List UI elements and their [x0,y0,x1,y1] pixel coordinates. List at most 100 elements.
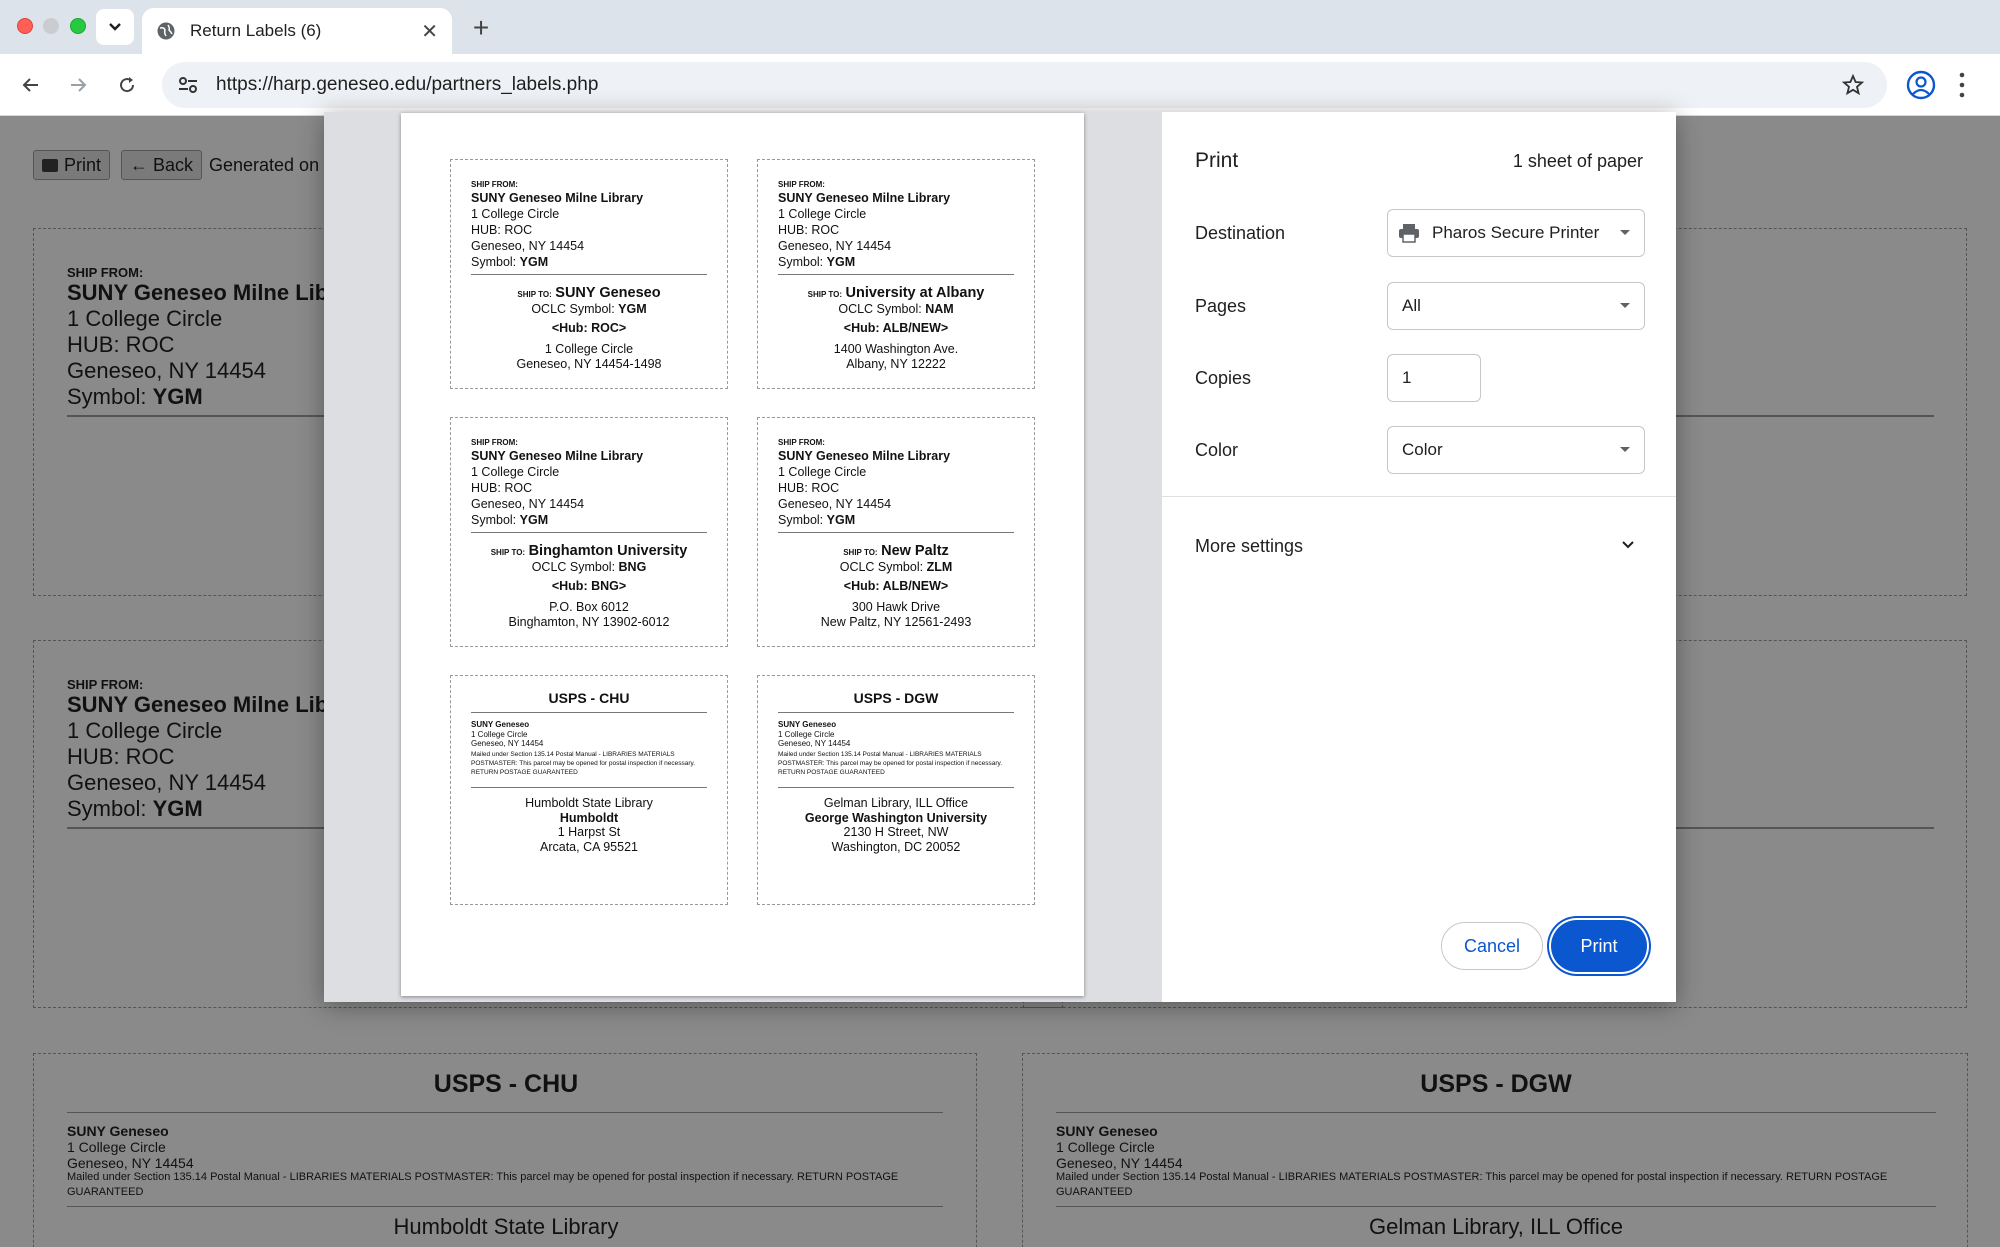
tab-search-button[interactable] [96,9,134,45]
back-arrow-icon[interactable] [14,68,48,102]
tab-strip: Return Labels (6) ✕ + [0,0,2000,54]
hub-value: <Hub: ALB/NEW> [843,579,949,593]
plus-icon[interactable]: + [466,12,496,44]
bg-divider [1056,1112,1936,1113]
ship-from-heading: SHIP FROM: [778,438,825,447]
ship-from-line: HUB: ROC [471,223,533,237]
bg-usps-title: USPS - DGW [1420,1070,1572,1098]
color-label: Color [1195,440,1239,460]
ship-from-symbol: Symbol: YGM [471,254,643,270]
symbol-label: Symbol: [471,513,517,527]
usps-sender-name: SUNY Geneseo [471,720,530,729]
ship-from-symbol: Symbol: YGM [778,512,950,528]
copies-input[interactable]: 1 [1387,354,1481,402]
hub-value: <Hub: BNG> [551,579,627,593]
browser-toolbar: https://harp.geneseo.edu/partners_labels… [0,54,2000,116]
ship-to-block: SHIP TO: University at Albany OCLC Symbo… [758,286,1034,372]
ship-from-block: SHIP FROM: SUNY Geneseo Milne Library 1 … [471,180,643,270]
chevron-down-icon[interactable] [1619,536,1637,554]
caret-down-icon [1620,303,1630,308]
ship-to-name: Binghamton University [528,543,688,559]
ship-to-block: SHIP TO: SUNY Geneseo OCLC Symbol: YGM <… [451,286,727,372]
color-select[interactable]: Color [1387,426,1645,474]
usps-sender-line: 1 College Circle [471,729,528,739]
ship-from-line: Geneseo, NY 14454 [471,497,585,511]
window-zoom-button[interactable] [70,18,86,34]
ship-from-symbol: Symbol: YGM [471,512,643,528]
ship-to-address: 300 Hawk Drive [851,600,941,614]
bg-symbol-label: Symbol: [67,796,147,821]
bg-usps-sender: SUNY Geneseo 1 College Circle Geneseo, N… [67,1123,194,1171]
sheet-count: 1 sheet of paper [1512,151,1643,171]
oclc-label: OCLC Symbol: [839,560,924,574]
color-value: Color [1402,440,1443,459]
page-back-label: ← Back [130,154,194,175]
pages-label: Pages [1195,296,1247,316]
label-divider [778,787,1014,788]
bg-usps-sender-line: Geneseo, NY 14454 [1056,1155,1183,1171]
ship-from-line: 1 College Circle [778,207,867,221]
printer-icon [42,158,58,172]
symbol-value: YGM [826,513,856,527]
ship-to-heading: SHIP TO: [490,548,526,557]
bg-divider [67,1206,943,1207]
usps-destination: Gelman Library, ILL Office George Washin… [758,796,1034,854]
ship-from-name: SUNY Geneseo Milne Library [471,191,644,205]
print-button[interactable]: Print [1551,920,1647,972]
usps-notice: Mailed under Section 135.14 Postal Manua… [471,750,696,776]
ship-from-line: Geneseo, NY 14454 [778,239,892,253]
more-settings-toggle[interactable]: More settings [1195,536,1303,557]
usps-dest-line: Arcata, CA 95521 [540,839,638,854]
page-print-label: Print [64,154,102,175]
bg-divider [1056,1206,1936,1207]
address-bar[interactable]: https://harp.geneseo.edu/partners_labels… [162,62,1887,108]
url-text[interactable]: https://harp.geneseo.edu/partners_labels… [216,74,598,96]
bg-divider [67,1112,943,1113]
print-settings-panel: Print 1 sheet of paper Destination Pharo… [1162,112,1676,1002]
settings-divider [1162,496,1676,497]
symbol-label: Symbol: [778,513,824,527]
ship-to-block: SHIP TO: Binghamton University OCLC Symb… [451,544,727,630]
ship-from-name: SUNY Geneseo Milne Library [778,191,951,205]
reload-icon[interactable] [110,68,144,102]
ship-to-name: New Paltz [881,543,949,559]
star-icon[interactable] [1841,73,1865,97]
ship-from-name: SUNY Geneseo Milne Library [471,449,644,463]
ship-from-line: 1 College Circle [471,207,560,221]
site-settings-icon[interactable] [176,73,200,97]
usps-destination: Humboldt State Library Humboldt 1 Harpst… [451,796,727,854]
kebab-menu-icon[interactable] [1958,70,1966,100]
profile-icon[interactable] [1904,68,1938,102]
ship-from-line: HUB: ROC [471,481,533,495]
usps-dest-line: Humboldt State Library [525,796,653,810]
ship-from-block: SHIP FROM: SUNY Geneseo Milne Library 1 … [778,438,950,528]
ship-from-block: SHIP FROM: SUNY Geneseo Milne Library 1 … [471,438,643,528]
ship-to-name: University at Albany [845,285,985,301]
page-back-button[interactable]: ← Back [121,150,203,180]
oclc-value: NAM [925,302,954,316]
browser-tab[interactable]: Return Labels (6) ✕ [142,8,452,54]
destination-select[interactable]: Pharos Secure Printer [1387,209,1645,257]
window-minimize-button[interactable] [43,18,59,34]
symbol-value: YGM [826,255,856,269]
page-print-button[interactable]: Print [33,150,111,180]
bg-usps-notice: Mailed under Section 135.14 Postal Manua… [67,1171,899,1198]
ship-from-block: SHIP FROM: SUNY Geneseo Milne Library 1 … [778,180,950,270]
ship-from-name: SUNY Geneseo Milne Library [778,449,951,463]
ship-from-symbol: Symbol: YGM [778,254,950,270]
window-close-button[interactable] [17,18,33,34]
pages-select[interactable]: All [1387,282,1645,330]
usps-notice: Mailed under Section 135.14 Postal Manua… [778,750,1003,776]
forward-arrow-icon[interactable] [61,68,95,102]
chevron-down-icon [109,23,121,31]
print-dialog-title: Print [1195,149,1239,172]
ship-to-address: New Paltz, NY 12561-2493 [820,615,972,629]
preview-usps-label: USPS - CHU SUNY Geneseo 1 College Circle… [450,675,728,905]
ship-from-heading: SHIP FROM: [471,438,518,447]
bg-usps-sender-line: Geneseo, NY 14454 [67,1155,194,1171]
cancel-button[interactable]: Cancel [1441,922,1543,970]
generated-text: Generated on [209,155,320,175]
close-icon[interactable]: ✕ [421,19,438,44]
oclc-label: OCLC Symbol: [531,302,615,316]
print-dialog: SHIP FROM: SUNY Geneseo Milne Library 1 … [324,112,1676,1002]
